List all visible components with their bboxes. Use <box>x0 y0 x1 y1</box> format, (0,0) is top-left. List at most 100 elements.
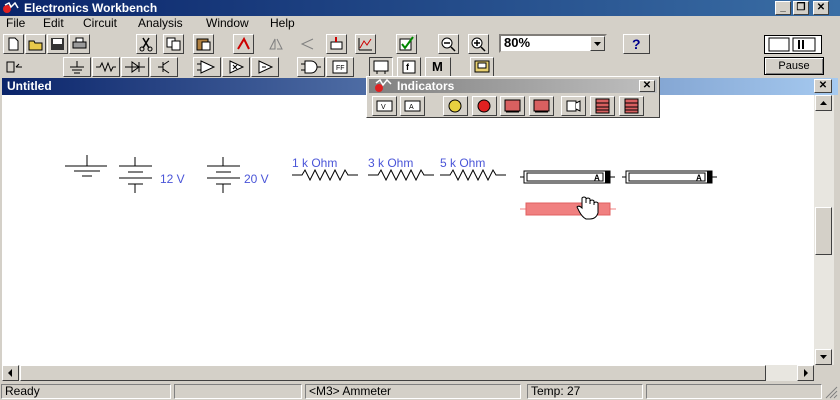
arrow-right-icon <box>804 369 808 377</box>
horizontal-scroll-thumb[interactable] <box>20 365 766 381</box>
buzzer-part-button[interactable] <box>561 96 586 116</box>
mixed-ics-bin-button[interactable] <box>222 57 250 77</box>
ammeter-part-button[interactable]: A <box>400 96 425 116</box>
document-close-button[interactable]: ✕ <box>814 79 832 93</box>
new-file-button[interactable] <box>3 34 24 54</box>
ammeter-component-2[interactable]: A <box>622 170 717 184</box>
bulb-part-button[interactable] <box>443 96 468 116</box>
seven-segment-icon <box>504 99 521 113</box>
scroll-right-button[interactable] <box>797 365 814 381</box>
help-button[interactable]: ? <box>623 34 650 54</box>
description-button[interactable] <box>396 34 417 54</box>
resistor-3k-component[interactable] <box>368 168 434 182</box>
flip-horizontal-button[interactable] <box>265 34 286 54</box>
voltmeter-icon: V <box>376 100 393 112</box>
indicator-icon <box>373 60 389 74</box>
ammeter-icon: A <box>404 100 421 112</box>
control-icon: f <box>402 60 416 74</box>
decoded-display-part-button[interactable] <box>529 96 554 116</box>
palette-title-bar[interactable]: Indicators ✕ <box>369 79 657 93</box>
app-title: Electronics Workbench <box>24 1 158 15</box>
close-button[interactable]: ✕ <box>813 1 829 15</box>
scroll-left-button[interactable] <box>2 365 19 381</box>
logic-gate-icon <box>301 60 321 74</box>
open-file-button[interactable] <box>25 34 46 54</box>
scroll-down-button[interactable] <box>815 349 832 365</box>
menu-window[interactable]: Window <box>206 16 249 30</box>
status-empty-2 <box>646 384 822 399</box>
component-properties-button[interactable] <box>326 34 347 54</box>
print-button[interactable] <box>69 34 90 54</box>
restore-button[interactable]: ❐ <box>793 1 809 15</box>
flip-vertical-button[interactable] <box>297 34 318 54</box>
resistor-1k-component[interactable] <box>292 168 358 182</box>
component-properties-icon <box>330 37 343 50</box>
ammeter-component[interactable]: A <box>520 170 615 184</box>
ammeter-2-a-label: A <box>696 174 702 183</box>
paste-button[interactable] <box>193 34 214 54</box>
zoom-level-select[interactable]: 80% <box>499 34 607 53</box>
menu-analysis[interactable]: Analysis <box>138 16 183 30</box>
circuit-drawing: A A <box>65 155 717 220</box>
ground-source-icon <box>70 61 84 74</box>
flip-vertical-icon <box>300 38 314 50</box>
diodes-bin-button[interactable] <box>121 57 149 77</box>
bargraph-part-button[interactable] <box>590 96 615 116</box>
vertical-scroll-thumb[interactable] <box>815 207 832 255</box>
resistor-icon <box>96 61 116 73</box>
palette-close-button[interactable]: ✕ <box>639 80 655 92</box>
resistor-1k-label: 1 k Ohm <box>292 156 338 170</box>
basic-bin-button[interactable] <box>92 57 120 77</box>
selected-ammeter-component[interactable] <box>520 202 616 216</box>
digital-ic-icon <box>258 60 274 74</box>
sources-bin-button[interactable] <box>63 57 91 77</box>
seven-segment-part-button[interactable] <box>500 96 525 116</box>
zoom-in-button[interactable] <box>468 34 489 54</box>
power-switch[interactable] <box>764 35 822 54</box>
battery-12v-component[interactable] <box>119 157 152 193</box>
miscellaneous-bin-button[interactable]: M <box>425 57 451 77</box>
voltmeter-part-button[interactable]: V <box>372 96 397 116</box>
parts-bin-toggle-button[interactable] <box>3 57 27 77</box>
copy-icon <box>166 37 181 51</box>
transistors-bin-button[interactable] <box>150 57 178 77</box>
copy-button[interactable] <box>163 34 184 54</box>
probe-part-button[interactable] <box>472 96 497 116</box>
digital-ics-bin-button[interactable] <box>251 57 279 77</box>
indicators-bin-button[interactable] <box>369 57 393 77</box>
controls-bin-button[interactable]: f <box>397 57 421 77</box>
menu-edit[interactable]: Edit <box>43 16 64 30</box>
menu-file[interactable]: File <box>6 16 25 30</box>
menu-bar: File Edit Circuit Analysis Window Help <box>0 15 840 32</box>
resistor-5k-component[interactable] <box>440 168 506 182</box>
rotate-button[interactable] <box>233 34 254 54</box>
power-switch-icon <box>768 37 816 52</box>
decoded-bargraph-part-button[interactable] <box>619 96 644 116</box>
checklist-icon <box>399 36 414 51</box>
logic-gates-bin-button[interactable] <box>297 57 325 77</box>
red-probe-icon <box>477 99 491 113</box>
horizontal-scrollbar[interactable] <box>2 365 814 381</box>
battery-20v-component[interactable] <box>207 157 240 193</box>
scroll-up-button[interactable] <box>815 95 832 111</box>
scissors-icon <box>139 37 153 52</box>
zoom-out-icon <box>441 37 456 52</box>
minimize-button[interactable]: _ <box>775 1 791 15</box>
cut-button[interactable] <box>136 34 157 54</box>
save-button[interactable] <box>47 34 68 54</box>
zoom-out-button[interactable] <box>438 34 459 54</box>
menu-circuit[interactable]: Circuit <box>83 16 117 30</box>
pause-button[interactable]: Pause <box>764 57 824 75</box>
circuit-canvas[interactable]: A A 12 V 20 V 1 k Ohm 3 k Ohm 5 k Ohm <box>2 95 814 365</box>
digital-bin-button[interactable]: FF <box>326 57 354 77</box>
resize-grip-icon[interactable] <box>824 385 838 399</box>
vertical-scrollbar[interactable] <box>814 95 834 365</box>
chevron-down-icon[interactable] <box>590 36 605 51</box>
app-logo-icon <box>3 2 19 13</box>
decoded-display-icon <box>533 99 550 113</box>
instruments-bin-button[interactable] <box>470 57 494 77</box>
create-subcircuit-button[interactable] <box>355 34 376 54</box>
analog-ics-bin-button[interactable] <box>193 57 221 77</box>
ground-component[interactable] <box>65 155 107 177</box>
menu-help[interactable]: Help <box>270 16 295 30</box>
